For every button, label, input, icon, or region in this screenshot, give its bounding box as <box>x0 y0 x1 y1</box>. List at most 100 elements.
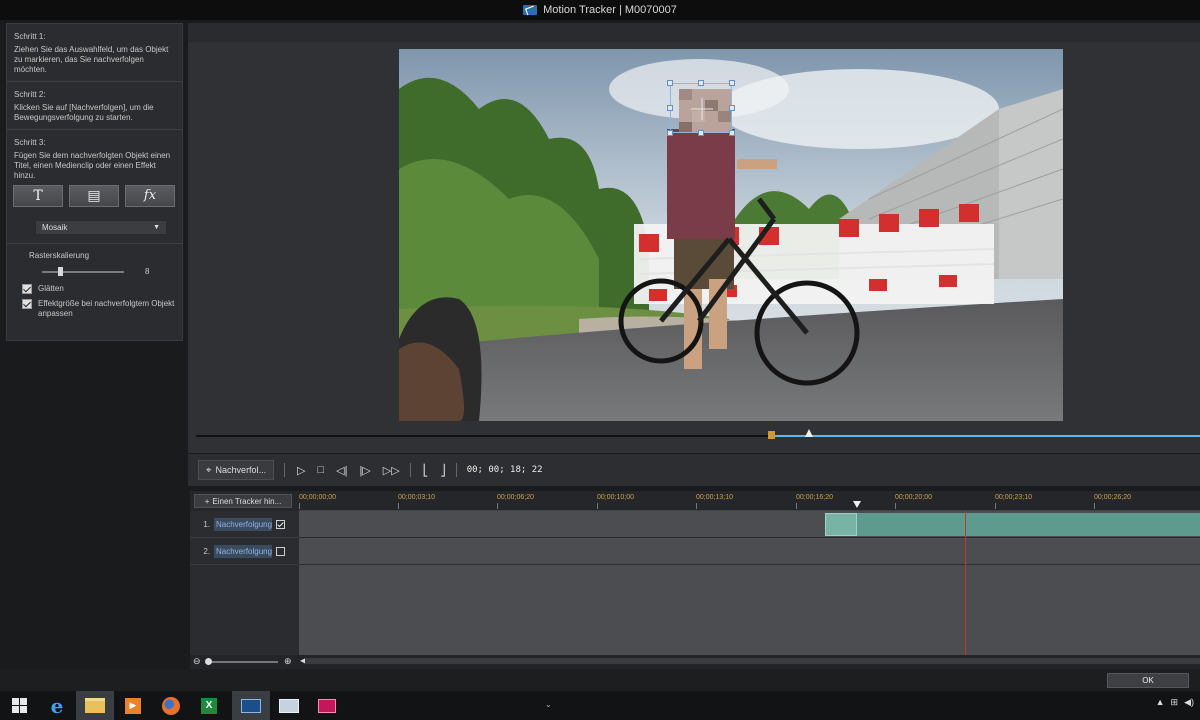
scrubber-playhead[interactable] <box>805 429 813 437</box>
zoom-out-icon[interactable]: ⊖ <box>193 656 201 667</box>
target-icon: ⌖ <box>205 464 212 476</box>
fast-forward-icon[interactable]: ▷▷ <box>383 464 400 477</box>
ruler-tick: 00;00;13;10 <box>696 494 733 509</box>
playhead-handle[interactable] <box>853 501 861 508</box>
window-titlebar: Motion Tracker | M0070007 <box>0 0 1200 20</box>
stop-icon[interactable]: □ <box>317 464 324 476</box>
playback-controls: ⌖ Nachverfol... ▷ □ ◁| |▷ ▷▷ ⎣ ⎦ 00; 00;… <box>188 454 1200 486</box>
file-explorer-icon[interactable] <box>76 691 114 720</box>
track-enable-checkbox[interactable] <box>276 519 285 529</box>
track-enable-checkbox[interactable] <box>276 546 285 556</box>
network-icon[interactable]: ⊞ <box>1171 697 1179 708</box>
step-3-heading: Schritt 3: <box>14 138 46 147</box>
step-1-heading: Schritt 1: <box>14 32 46 41</box>
raster-slider-thumb[interactable] <box>58 267 63 276</box>
adjust-size-option[interactable]: Effektgröße bei nachverfolgtem Objekt an… <box>22 299 182 319</box>
ruler-tick: 00;00;20;00 <box>895 494 932 509</box>
toolbar-separator <box>455 463 457 477</box>
toolbar-separator <box>284 463 285 477</box>
zoom-slider-track[interactable] <box>206 661 278 663</box>
add-effect-button[interactable]: fx <box>125 185 175 207</box>
raster-scale-slider[interactable]: 8 <box>42 266 182 276</box>
instruction-panel: Schritt 1: Ziehen Sie das Auswahlfeld, u… <box>6 23 183 341</box>
raster-scale-value: 8 <box>145 267 150 276</box>
ruler-tick: 00;00;23;10 <box>995 494 1032 509</box>
play-icon[interactable]: ▷ <box>297 464 305 477</box>
ruler-tick: 00;00;03;10 <box>398 494 435 509</box>
raster-slider-track[interactable] <box>42 271 124 273</box>
track-button-label: Nachverfol... <box>215 465 267 475</box>
adjust-size-checkbox[interactable] <box>22 299 32 309</box>
smooth-checkbox[interactable] <box>22 284 32 294</box>
timeline-playhead[interactable] <box>965 511 966 655</box>
chevron-down-icon: ▼ <box>153 223 160 231</box>
timeline-horizontal-scrollbar[interactable] <box>305 658 1200 664</box>
ruler-tick: 00;00;00;00 <box>299 494 336 509</box>
mark-in-icon[interactable]: ⎣ <box>423 464 429 477</box>
powerdirector-icon[interactable] <box>232 691 270 720</box>
notification-icon[interactable]: ▲ <box>1156 697 1165 708</box>
effect-type-dropdown[interactable]: Mosaik ▼ <box>35 220 167 235</box>
ok-button[interactable]: OK <box>1107 673 1189 688</box>
internet-explorer-icon[interactable]: e <box>38 691 76 720</box>
window-thumbnail-icon[interactable] <box>270 691 308 720</box>
plus-icon: + <box>204 496 210 506</box>
ruler-tick: 00;00;26;20 <box>1094 494 1131 509</box>
track-label-1[interactable]: 1. Nachverfolgung <box>190 511 299 538</box>
in-point-marker[interactable] <box>768 431 775 439</box>
toolbar-separator <box>409 463 411 477</box>
raster-scale-label: Rasterskalierung <box>29 251 90 260</box>
adjust-size-label: Effektgröße bei nachverfolgtem Objekt an… <box>38 299 175 318</box>
step-3-text: Fügen Sie dem nachverfolgten Objekt eine… <box>14 151 171 180</box>
windows-start-icon[interactable] <box>0 691 38 720</box>
track-name[interactable]: Nachverfolgung <box>214 517 272 531</box>
smooth-label: Glätten <box>38 284 64 293</box>
add-title-button[interactable]: T <box>13 185 63 207</box>
tracking-selection-box[interactable] <box>667 80 735 136</box>
media-player-icon[interactable]: ▶ <box>114 691 152 720</box>
track-row-2[interactable] <box>299 538 1200 565</box>
add-media-button[interactable]: ▤ <box>69 185 119 207</box>
firefox-icon[interactable] <box>152 691 190 720</box>
track-button[interactable]: ⌖ Nachverfol... <box>198 460 274 480</box>
crosshair-icon <box>691 98 713 120</box>
previous-frame-icon[interactable]: ◁| <box>336 464 347 477</box>
effect-type-value: Mosaik <box>42 222 68 232</box>
ruler-tick: 00;00;10;00 <box>597 494 634 509</box>
preview-area <box>188 23 1200 453</box>
track-number: 1. <box>203 519 210 529</box>
step-3: Schritt 3: Fügen Sie dem nachverfolgten … <box>7 130 182 187</box>
motion-tracker-app-icon <box>523 5 538 15</box>
tracked-clip[interactable] <box>857 513 1200 536</box>
zoom-in-icon[interactable]: ⊕ <box>284 656 292 667</box>
add-tracker-label: Einen Tracker hin... <box>212 496 282 506</box>
step-2: Schritt 2: Klicken Sie auf [Nachverfolge… <box>7 82 182 130</box>
timecode-display: 00; 00; 18; 22 <box>466 465 543 475</box>
step-1: Schritt 1: Ziehen Sie das Auswahlfeld, u… <box>7 24 182 82</box>
track-area[interactable] <box>299 511 1200 655</box>
window-title: Motion Tracker | M0070007 <box>543 4 677 16</box>
mediashow-icon[interactable] <box>308 691 346 720</box>
track-labels: 1. Nachverfolgung 2. Nachverfolgung <box>190 511 299 661</box>
video-preview[interactable] <box>399 49 1063 421</box>
tracked-clip-selected[interactable] <box>825 513 857 536</box>
track-name[interactable]: Nachverfolgung <box>214 544 272 558</box>
windows-taskbar: e ▶ X ⌄ ▲ ⊞ ◀) <box>0 691 1200 720</box>
smooth-option[interactable]: Glätten <box>22 284 182 294</box>
excel-icon[interactable]: X <box>190 691 228 720</box>
track-row-1[interactable] <box>299 511 1200 538</box>
system-tray: ▲ ⊞ ◀) <box>1156 697 1194 708</box>
mark-out-icon[interactable]: ⎦ <box>440 464 446 477</box>
overflow-chevron-icon[interactable]: ⌄ <box>545 700 552 709</box>
step-2-text: Klicken Sie auf [Nachverfolgen], um die … <box>14 103 154 122</box>
time-ruler[interactable]: 00;00;00;00 00;00;03;10 00;00;06;20 00;0… <box>299 491 1200 511</box>
next-frame-icon[interactable]: |▷ <box>359 464 370 477</box>
zoom-slider-thumb[interactable] <box>205 658 212 665</box>
panel-divider <box>7 243 182 244</box>
add-tracker-button[interactable]: + Einen Tracker hin... <box>194 494 292 508</box>
volume-icon[interactable]: ◀) <box>1184 697 1194 708</box>
preview-toolbar <box>188 23 1200 42</box>
track-label-2[interactable]: 2. Nachverfolgung <box>190 538 299 565</box>
tracker-timeline: + Einen Tracker hin... 00;00;00;00 00;00… <box>190 491 1200 669</box>
step-1-text: Ziehen Sie das Auswahlfeld, um das Objek… <box>14 45 169 74</box>
